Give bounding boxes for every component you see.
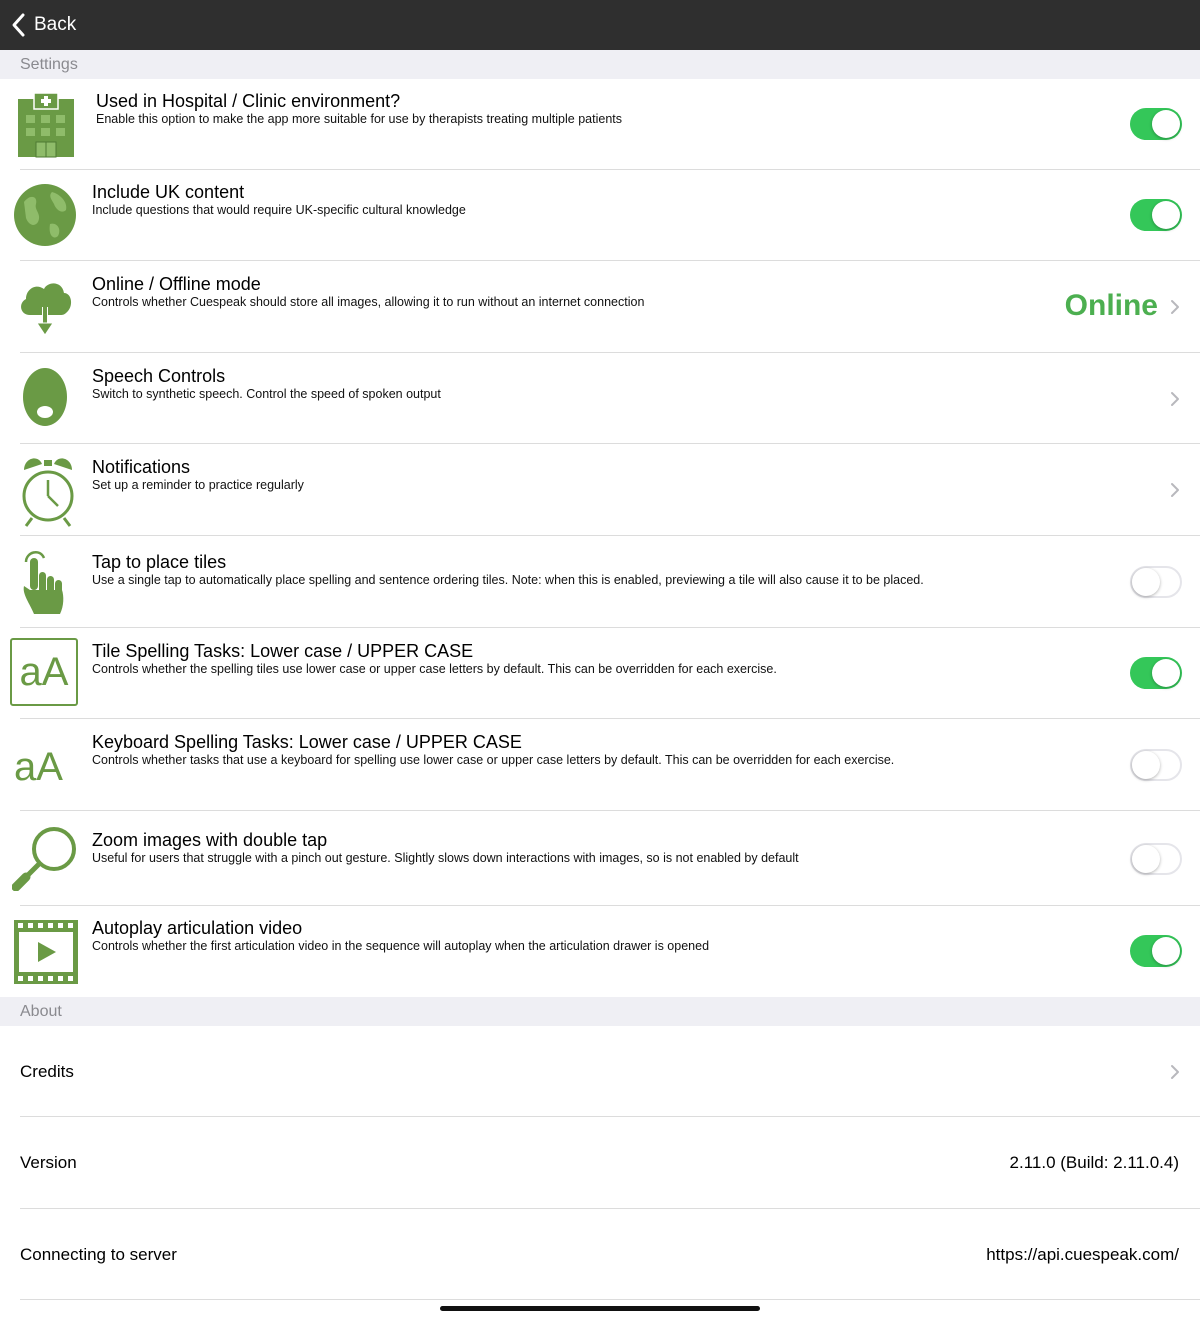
tap-hand-icon — [23, 550, 64, 614]
setting-description: Controls whether Cuespeak should store a… — [92, 295, 645, 309]
row-separator — [20, 1299, 1200, 1300]
setting-description: Set up a reminder to practice regularly — [92, 478, 304, 492]
setting-row-hospital: Used in Hospital / Clinic environment? E… — [0, 79, 1200, 170]
setting-title: Tap to place tiles — [92, 552, 227, 572]
settings-section-header: Settings — [0, 50, 1200, 79]
setting-description: Controls whether the spelling tiles use … — [92, 662, 777, 676]
tile-spelling-case-toggle[interactable] — [1130, 657, 1182, 689]
setting-row-uk-content: Include UK content Include questions tha… — [0, 170, 1200, 261]
back-button[interactable]: Back — [10, 8, 76, 42]
letter-case-tile-icon: aA — [10, 638, 78, 706]
setting-row-online-mode[interactable]: Online / Offline mode Controls whether C… — [0, 261, 1200, 353]
back-label: Back — [34, 14, 77, 35]
setting-row-keyboard-spelling-case: aA Keyboard Spelling Tasks: Lower case /… — [0, 719, 1200, 811]
setting-description: Useful for users that struggle with a pi… — [92, 851, 799, 865]
setting-description: Controls whether the first articulation … — [92, 939, 710, 953]
globe-icon — [14, 184, 76, 246]
credits-label: Credits — [20, 1062, 74, 1081]
version-value: 2.11.0 (Build: 2.11.0.4) — [1009, 1153, 1179, 1172]
about-row-server: Connecting to server https://api.cuespea… — [0, 1209, 1200, 1300]
setting-description: Controls whether tasks that use a keyboa… — [92, 753, 895, 767]
setting-title: Online / Offline mode — [92, 274, 261, 294]
uk-content-toggle[interactable] — [1130, 199, 1182, 231]
chevron-right-icon — [1171, 483, 1179, 497]
setting-row-tile-spelling-case: aA Tile Spelling Tasks: Lower case / UPP… — [0, 628, 1200, 719]
hospital-mode-toggle[interactable] — [1130, 108, 1182, 140]
alarm-clock-icon — [22, 458, 74, 527]
setting-title: Keyboard Spelling Tasks: Lower case / UP… — [92, 732, 522, 752]
setting-title: Speech Controls — [92, 366, 226, 386]
setting-title: Autoplay articulation video — [92, 918, 303, 938]
setting-row-zoom-images: Zoom images with double tap Useful for u… — [0, 811, 1200, 906]
navigation-bar: Back — [0, 0, 1200, 50]
server-label: Connecting to server — [20, 1245, 177, 1264]
settings-header-label: Settings — [20, 56, 78, 73]
mouth-icon — [23, 368, 67, 426]
about-row-credits[interactable]: Credits — [0, 1026, 1200, 1117]
video-play-icon — [14, 920, 78, 984]
setting-title: Notifications — [92, 457, 191, 477]
zoom-images-toggle[interactable] — [1130, 843, 1182, 875]
setting-title: Used in Hospital / Clinic environment? — [96, 91, 401, 111]
cloud-download-icon — [21, 283, 72, 336]
letter-case-glyph: aA — [19, 650, 69, 694]
chevron-right-icon — [1171, 300, 1179, 314]
chevron-right-icon — [1171, 392, 1179, 406]
letter-case-keyboard-icon: aA — [14, 745, 63, 789]
about-header-label: About — [20, 1003, 62, 1020]
keyboard-spelling-case-toggle[interactable] — [1130, 749, 1182, 781]
hospital-icon — [18, 93, 74, 158]
autoplay-video-toggle[interactable] — [1130, 935, 1182, 967]
setting-description: Switch to synthetic speech. Control the … — [92, 387, 441, 401]
chevron-right-icon — [1171, 1065, 1179, 1079]
setting-row-autoplay-video: Autoplay articulation video Controls whe… — [0, 906, 1200, 997]
about-row-version: Version 2.11.0 (Build: 2.11.0.4) — [0, 1117, 1200, 1209]
tap-to-place-toggle[interactable] — [1130, 566, 1182, 598]
version-label: Version — [20, 1153, 77, 1172]
server-url-value: https://api.cuespeak.com/ — [986, 1245, 1179, 1264]
setting-row-tap-to-place: Tap to place tiles Use a single tap to a… — [0, 536, 1200, 628]
setting-title: Tile Spelling Tasks: Lower case / UPPER … — [92, 641, 474, 661]
setting-title: Include UK content — [92, 182, 245, 202]
about-section-header: About — [0, 997, 1200, 1026]
setting-description: Include questions that would require UK-… — [92, 203, 466, 217]
home-indicator[interactable] — [440, 1306, 760, 1311]
chevron-left-icon — [12, 13, 25, 37]
online-mode-value: Online — [1064, 289, 1158, 322]
setting-row-speech-controls[interactable]: Speech Controls Switch to synthetic spee… — [0, 353, 1200, 444]
setting-row-notifications[interactable]: Notifications Set up a reminder to pract… — [0, 444, 1200, 536]
magnifier-icon — [12, 827, 76, 891]
setting-description: Enable this option to make the app more … — [96, 112, 622, 126]
setting-title: Zoom images with double tap — [92, 830, 328, 850]
setting-description: Use a single tap to automatically place … — [92, 573, 924, 587]
